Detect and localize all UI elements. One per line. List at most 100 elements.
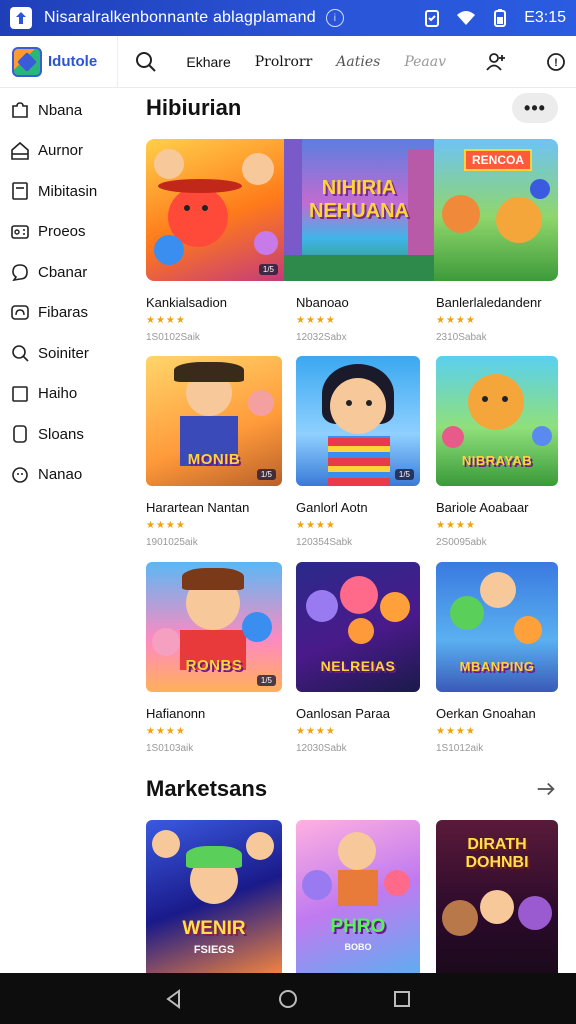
character-boy (338, 832, 376, 870)
rating-stars: ★★★★ (146, 726, 186, 737)
see-all-button[interactable] (534, 777, 558, 801)
tab-peaav[interactable]: Peaav (392, 54, 458, 70)
item-title: Hafianonn (146, 706, 206, 721)
item-meta: 1S0102Saik (146, 332, 200, 343)
card-subtitle: FSIEGS (193, 944, 235, 956)
character-side (246, 832, 274, 860)
gamepad-icon (11, 224, 29, 239)
character-small (532, 426, 552, 446)
character-eye (366, 400, 372, 406)
sidebar-item-cbanar[interactable]: Cbanar (0, 252, 124, 293)
character-purple (302, 870, 332, 900)
section-header-hibiurian: Hibiurian ••• (146, 93, 558, 123)
account-button[interactable] (476, 42, 516, 82)
item-title: Bariole Aoabaar (436, 500, 529, 515)
thumbnail-badge: 1/5 (256, 675, 276, 686)
item-meta: 120354Sabk (296, 537, 353, 548)
game-card[interactable]: RONBS 1/5 Hafianonn ★★★★ 1S0103aik (146, 562, 282, 754)
sidebar-item-soiniter[interactable]: Soiniter (0, 333, 124, 374)
game-card[interactable]: MONIB 1/5 Harartean Nantan ★★★★ 1901025a… (146, 356, 282, 548)
info-icon: i (325, 9, 344, 27)
character-pink (384, 870, 410, 896)
item-meta: 2S0095abk (436, 537, 487, 548)
search-icon (12, 345, 29, 362)
featured-game-card[interactable]: PHRO BOBO (296, 820, 420, 973)
game-card[interactable]: 1/5 Ganlorl Aotn ★★★★ 120354Sabk (296, 356, 420, 548)
character-purple (254, 231, 278, 255)
clipboard-icon (425, 10, 440, 27)
character-small (442, 426, 464, 448)
banner-corner-tag: RENCOA (464, 149, 533, 171)
card-title: PHRO (330, 916, 386, 937)
logo-mark-icon (12, 46, 42, 77)
sidebar-item-sloans[interactable]: Sloans (0, 414, 124, 455)
list-item[interactable]: Nbanoao ★★★★ 12032Sabx (296, 281, 432, 343)
recents-icon[interactable] (391, 988, 413, 1010)
search-button[interactable] (126, 42, 166, 82)
sidebar-item-mibitasin[interactable]: Mibitasin (0, 171, 124, 212)
character-shirt (328, 436, 390, 486)
search-icon (136, 51, 157, 72)
back-icon[interactable] (163, 988, 185, 1010)
item-meta: 12032Sabx (296, 332, 347, 343)
sidebar-item-proeos[interactable]: Proeos (0, 212, 124, 253)
game-card[interactable]: NELREIAS Oanlosan Paraa ★★★★ 12030Sabk (296, 562, 420, 754)
list-item[interactable]: Kankialsadion ★★★★ 1S0102Saik (146, 281, 282, 343)
card-title: DIRATH DOHNBI (465, 836, 529, 871)
sidebar-item-nbana[interactable]: Nbana (0, 90, 124, 131)
more-options-button[interactable]: ••• (512, 93, 558, 123)
banner-ground (284, 255, 434, 281)
sidebar-item-haiho[interactable]: Haiho (0, 374, 124, 415)
thumbnail-title: MONIB (187, 451, 241, 468)
item-meta: 1S1012aik (436, 743, 484, 754)
character-cat (442, 195, 480, 233)
thumbnail-title: RONBS (185, 657, 243, 674)
app-logo[interactable]: Idutole (0, 35, 119, 88)
section-header-marketsans: Marketsans (146, 776, 558, 802)
app-notification-icon (10, 7, 32, 29)
character-villain (518, 896, 552, 930)
sidebar-item-fibaras[interactable]: Fibaras (0, 293, 124, 334)
app-name: Idutole (48, 53, 98, 70)
featured-banner[interactable]: 1/5 NIHIRIA NEHUANA RENCOA (146, 139, 558, 281)
sidebar-item-aurnor[interactable]: Aurnor (0, 131, 124, 172)
sidebar-item-nanao[interactable]: Nanao (0, 455, 124, 496)
tab-aaties[interactable]: Aaties (324, 54, 392, 70)
game-thumbnail: NIBRAYAB (436, 356, 558, 486)
main-content: Hibiurian ••• 1/5 NIHIRIA NEHUANA RENCOA (124, 88, 576, 973)
banner-panel-title: NIHIRIA NEHUANA (284, 139, 434, 281)
item-meta: 2310Sabak (436, 332, 487, 343)
card-icon (12, 182, 28, 201)
notifications-button[interactable]: ! (536, 42, 576, 82)
game-thumbnail: 1/5 (296, 356, 420, 486)
game-card[interactable]: MBANPING Oerkan Gnoahan ★★★★ 1S1012aik (436, 562, 558, 754)
item-title: Banlerlaledandenr (436, 295, 542, 310)
game-card[interactable]: NIBRAYAB Bariole Aoabaar ★★★★ 2S0095abk (436, 356, 558, 548)
thumbnail-badge: 1/5 (256, 469, 276, 480)
character-boy (480, 572, 516, 608)
battery-icon (494, 9, 507, 27)
rating-stars: ★★★★ (296, 726, 336, 737)
character-eye (502, 396, 508, 402)
rating-stars: ★★★★ (146, 520, 186, 531)
arrow-right-icon (537, 782, 555, 796)
banner-panel-hero: 1/5 (146, 139, 284, 281)
rating-stars: ★★★★ (436, 726, 476, 737)
character-hair (182, 568, 244, 590)
tab-prolrorr[interactable]: Prolrorr (243, 54, 325, 70)
featured-game-card[interactable]: DIRATH DOHNBI (436, 820, 558, 973)
character-pink (340, 576, 378, 614)
wifi-icon (457, 11, 476, 25)
list-item[interactable]: Banlerlaledandenr ★★★★ 2310Sabak (436, 281, 572, 343)
character-hat (158, 179, 242, 193)
thumbnail-title: MBANPING (459, 659, 535, 674)
character-pet (242, 612, 272, 642)
thumbnail-title: NELREIAS (320, 658, 396, 674)
tab-ekhare[interactable]: Ekhare (174, 54, 242, 70)
item-title: Ganlorl Aotn (296, 500, 368, 515)
home-icon[interactable] (277, 988, 299, 1010)
rating-stars: ★★★★ (436, 315, 476, 326)
character-pet (152, 628, 180, 656)
featured-game-card[interactable]: WENIR FSIEGS (146, 820, 282, 973)
character-pet (248, 390, 274, 416)
